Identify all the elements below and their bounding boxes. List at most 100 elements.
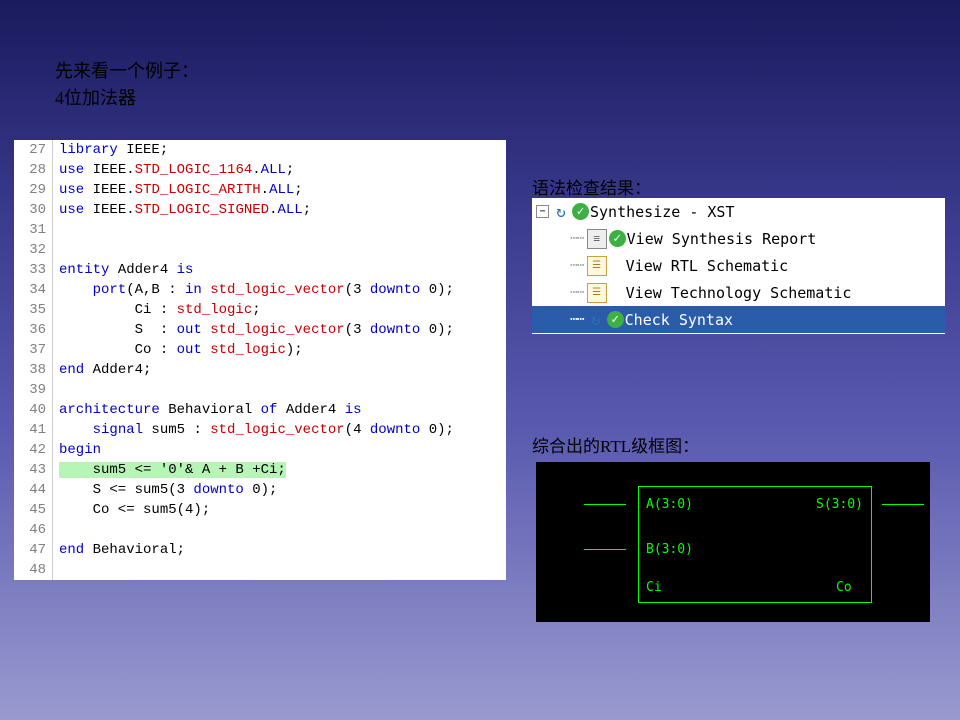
code-content: Co <= sum5(4); [53, 500, 210, 520]
heading-line1: 先来看一个例子： [55, 61, 199, 81]
tree-item-rtl-schematic[interactable]: ⋯⋯ View RTL Schematic [532, 252, 945, 279]
collapse-icon[interactable]: − [536, 205, 549, 218]
code-content: end Adder4; [53, 360, 151, 380]
code-line: 47end Behavioral; [14, 540, 506, 560]
code-content: signal sum5 : std_logic_vector(4 downto … [53, 420, 454, 440]
line-number: 43 [14, 460, 53, 480]
code-content: S : out std_logic_vector(3 downto 0); [53, 320, 454, 340]
code-content: library IEEE; [53, 140, 168, 160]
slide-heading: 先来看一个例子： 4位加法器 [55, 58, 199, 112]
code-line: 38end Adder4; [14, 360, 506, 380]
code-line: 48 [14, 560, 506, 580]
code-content: use IEEE.STD_LOGIC_1164.ALL; [53, 160, 294, 180]
line-number: 44 [14, 480, 53, 500]
code-line: 41 signal sum5 : std_logic_vector(4 down… [14, 420, 506, 440]
code-content: Ci : std_logic; [53, 300, 261, 320]
line-number: 32 [14, 240, 53, 260]
tree-label: View RTL Schematic [626, 257, 789, 275]
line-number: 30 [14, 200, 53, 220]
line-number: 45 [14, 500, 53, 520]
schematic-icon [587, 283, 607, 303]
syntax-check-label: 语法检查结果： [532, 174, 651, 199]
line-number: 34 [14, 280, 53, 300]
code-content: port(A,B : in std_logic_vector(3 downto … [53, 280, 454, 300]
check-icon [572, 203, 589, 220]
refresh-icon [552, 203, 570, 221]
check-icon [607, 311, 624, 328]
code-content: use IEEE.STD_LOGIC_SIGNED.ALL; [53, 200, 311, 220]
code-line: 28use IEEE.STD_LOGIC_1164.ALL; [14, 160, 506, 180]
code-line: 42begin [14, 440, 506, 460]
code-content: begin [53, 440, 101, 460]
code-line: 27library IEEE; [14, 140, 506, 160]
tree-item-tech-schematic[interactable]: ⋯⋯ View Technology Schematic [532, 279, 945, 306]
rtl-diagram-label: 综合出的RTL级框图： [532, 432, 699, 457]
code-content: sum5 <= '0'& A + B +Ci; [53, 460, 286, 480]
port-s: S(3:0) [816, 497, 863, 512]
code-line: 31 [14, 220, 506, 240]
code-content [53, 560, 59, 580]
code-line: 35 Ci : std_logic; [14, 300, 506, 320]
tree-item-check-syntax[interactable]: ⋯⋯ Check Syntax [532, 306, 945, 333]
line-number: 28 [14, 160, 53, 180]
tree-label: View Technology Schematic [626, 284, 852, 302]
tree-item-synthesis-report[interactable]: ⋯⋯ View Synthesis Report [532, 225, 945, 252]
port-ci: Ci [646, 580, 662, 595]
wire [584, 549, 626, 550]
line-number: 37 [14, 340, 53, 360]
code-line: 30use IEEE.STD_LOGIC_SIGNED.ALL; [14, 200, 506, 220]
line-number: 39 [14, 380, 53, 400]
code-editor: 27library IEEE;28use IEEE.STD_LOGIC_1164… [14, 140, 506, 580]
line-number: 31 [14, 220, 53, 240]
line-number: 27 [14, 140, 53, 160]
code-content [53, 520, 59, 540]
line-number: 48 [14, 560, 53, 580]
code-content: architecture Behavioral of Adder4 is [53, 400, 362, 420]
tree-label: View Synthesis Report [627, 230, 817, 248]
wire [584, 504, 626, 505]
port-co: Co [836, 580, 852, 595]
code-line: 29use IEEE.STD_LOGIC_ARITH.ALL; [14, 180, 506, 200]
code-line: 45 Co <= sum5(4); [14, 500, 506, 520]
tree-label: Synthesize - XST [590, 203, 735, 221]
refresh-icon [587, 311, 605, 329]
line-number: 46 [14, 520, 53, 540]
line-number: 29 [14, 180, 53, 200]
code-content [53, 380, 59, 400]
code-content [53, 240, 59, 260]
line-number: 35 [14, 300, 53, 320]
code-content: end Behavioral; [53, 540, 185, 560]
line-number: 33 [14, 260, 53, 280]
wire [882, 504, 924, 505]
code-content: entity Adder4 is [53, 260, 193, 280]
code-line: 43 sum5 <= '0'& A + B +Ci; [14, 460, 506, 480]
code-content: S <= sum5(3 downto 0); [53, 480, 277, 500]
code-content: Co : out std_logic); [53, 340, 303, 360]
line-number: 42 [14, 440, 53, 460]
line-number: 40 [14, 400, 53, 420]
port-a: A(3:0) [646, 497, 693, 512]
code-line: 44 S <= sum5(3 downto 0); [14, 480, 506, 500]
check-icon [609, 230, 626, 247]
code-line: 34 port(A,B : in std_logic_vector(3 down… [14, 280, 506, 300]
port-b: B(3:0) [646, 542, 693, 557]
heading-line2: 4位加法器 [55, 88, 136, 108]
schematic-icon [587, 256, 607, 276]
rtl-schematic: A(3:0) S(3:0) B(3:0) Ci Co [536, 462, 930, 622]
line-number: 47 [14, 540, 53, 560]
code-content: use IEEE.STD_LOGIC_ARITH.ALL; [53, 180, 303, 200]
tree-item-synthesize[interactable]: − Synthesize - XST [532, 198, 945, 225]
line-number: 36 [14, 320, 53, 340]
code-content [53, 220, 59, 240]
tree-label: Check Syntax [625, 311, 733, 329]
process-tree[interactable]: − Synthesize - XST ⋯⋯ View Synthesis Rep… [532, 198, 945, 334]
code-line: 32 [14, 240, 506, 260]
document-icon [587, 229, 607, 249]
line-number: 41 [14, 420, 53, 440]
code-line: 37 Co : out std_logic); [14, 340, 506, 360]
code-line: 40architecture Behavioral of Adder4 is [14, 400, 506, 420]
code-line: 33entity Adder4 is [14, 260, 506, 280]
line-number: 38 [14, 360, 53, 380]
code-line: 36 S : out std_logic_vector(3 downto 0); [14, 320, 506, 340]
code-line: 39 [14, 380, 506, 400]
